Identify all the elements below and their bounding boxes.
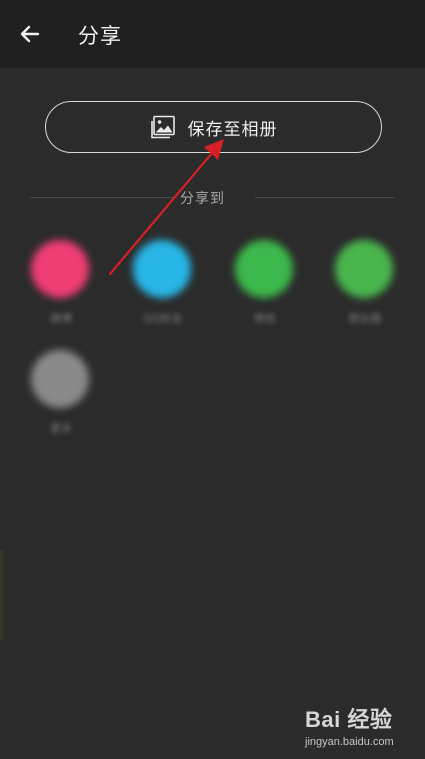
share-item-wechat[interactable]: 微信 — [230, 240, 300, 340]
divider-right — [255, 197, 395, 198]
weibo-icon — [31, 240, 89, 298]
watermark-logo: Bai 经验 — [305, 707, 393, 732]
share-item-label: 微信 — [254, 312, 276, 325]
share-item-qq[interactable]: QQ好友 — [128, 240, 198, 340]
moments-icon — [335, 240, 393, 298]
image-icon — [150, 115, 176, 139]
share-item-weibo[interactable]: 微博 — [26, 240, 96, 340]
share-item-label: 朋友圈 — [348, 312, 382, 325]
share-to-heading: 分享到 — [180, 191, 225, 207]
share-item-label: QQ好友 — [143, 312, 183, 325]
app-bar: 分享 — [0, 0, 425, 68]
arrow-left-icon — [20, 25, 40, 43]
share-item-more[interactable]: 更多 — [26, 350, 96, 450]
page-title: 分享 — [78, 24, 122, 48]
divider-left — [30, 197, 175, 198]
share-item-label: 微博 — [50, 312, 72, 325]
baidu-watermark: Bai 经验 jingyan.baidu.com — [305, 702, 415, 752]
save-to-album-button[interactable]: 保存至相册 — [45, 101, 382, 153]
wechat-icon — [235, 240, 293, 298]
share-item-moments[interactable]: 朋友圈 — [330, 240, 400, 340]
qq-icon — [133, 240, 191, 298]
save-to-album-label: 保存至相册 — [187, 119, 278, 140]
edge-artifact — [0, 550, 3, 640]
more-icon — [31, 350, 89, 408]
watermark-url: jingyan.baidu.com — [305, 736, 394, 748]
back-button[interactable] — [14, 18, 46, 50]
share-item-label: 更多 — [50, 422, 72, 435]
